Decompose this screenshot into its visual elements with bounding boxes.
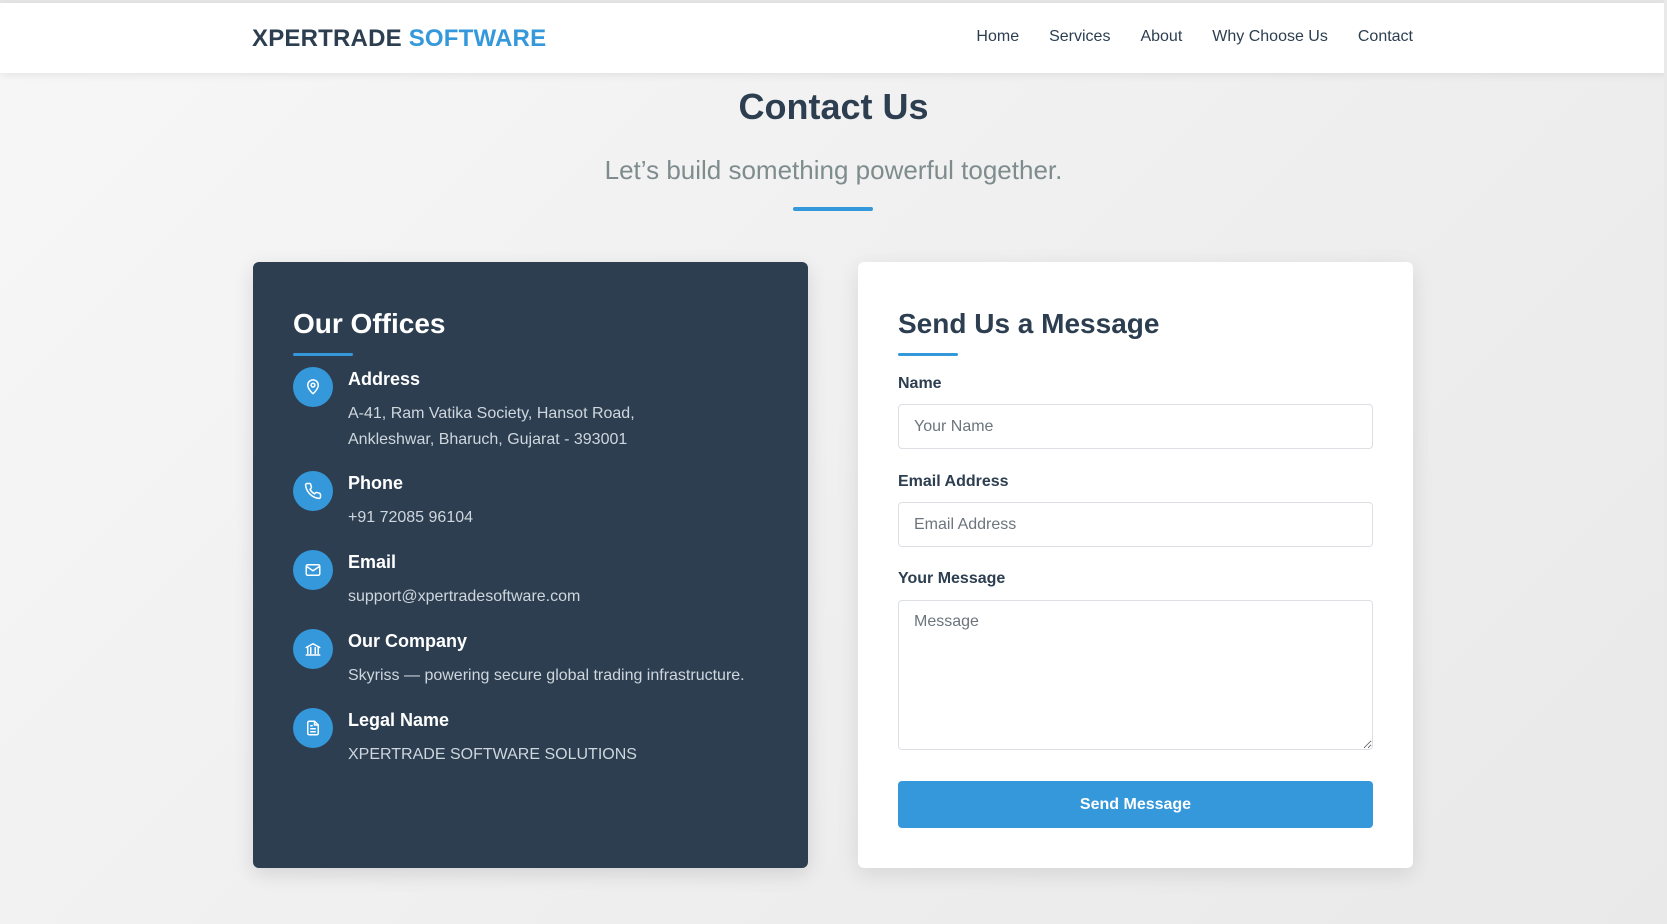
legal-name-value: XPERTRADE SOFTWARE SOLUTIONS <box>348 742 637 768</box>
nav-services[interactable]: Services <box>1049 28 1110 46</box>
offices-heading: Our Offices <box>293 308 446 339</box>
name-field-label: Name <box>898 375 942 392</box>
send-message-button[interactable]: Send Message <box>898 781 1373 828</box>
nav-contact[interactable]: Contact <box>1358 28 1413 46</box>
nav-home[interactable]: Home <box>976 28 1019 46</box>
email-label: Email <box>348 552 397 572</box>
email-field-label: Email Address <box>898 473 1009 490</box>
form-heading-underline <box>898 353 958 356</box>
company-value: Skyriss — powering secure global trading… <box>348 663 745 689</box>
contact-form-card: Send Us a Message Name Email Address You… <box>858 262 1413 868</box>
location-pin-icon <box>293 367 333 407</box>
email-address-link[interactable]: support@xpertradesoftware.com <box>348 584 580 610</box>
nav-why-choose-us[interactable]: Why Choose Us <box>1212 28 1328 46</box>
brand-name-accent: SOFTWARE <box>408 25 547 52</box>
phone-label: Phone <box>348 473 404 493</box>
email-value[interactable]: support@xpertradesoftware.com <box>348 584 580 610</box>
address-label: Address <box>348 369 421 389</box>
address-line: Ankleshwar, Bharuch, Gujarat - 393001 <box>348 431 628 448</box>
mail-icon <box>293 550 333 590</box>
phone-number[interactable]: +91 72085 96104 <box>348 505 473 531</box>
nav-about[interactable]: About <box>1140 28 1182 46</box>
offices-heading-underline <box>293 353 353 356</box>
form-heading: Send Us a Message <box>898 308 1160 339</box>
company-description: Skyriss — powering secure global trading… <box>348 667 745 684</box>
phone-icon <box>293 471 333 511</box>
legal-name-label: Legal Name <box>348 710 450 730</box>
message-field-label: Your Message <box>898 570 1006 587</box>
company-label: Our Company <box>348 631 468 651</box>
message-textarea[interactable] <box>898 600 1373 750</box>
bank-building-icon <box>293 629 333 669</box>
offices-card: Our Offices Address A-41, Ram Vatika Soc… <box>253 262 808 868</box>
page-subtitle: Let’s build something powerful together. <box>604 155 1063 185</box>
email-input[interactable] <box>898 502 1373 547</box>
main-nav: Home Services About Why Choose Us Contac… <box>976 28 1413 46</box>
address-line: A-41, Ram Vatika Society, Hansot Road, <box>348 405 635 422</box>
phone-value[interactable]: +91 72085 96104 <box>348 505 473 531</box>
brand-name: XPERTRADE <box>252 25 402 52</box>
document-icon <box>293 708 333 748</box>
navbar: XPERTRADE SOFTWARE Home Services About W… <box>0 3 1667 73</box>
title-underline <box>793 207 873 211</box>
page-title: Contact Us <box>738 86 929 127</box>
legal-name-text: XPERTRADE SOFTWARE SOLUTIONS <box>348 746 637 763</box>
name-input[interactable] <box>898 404 1373 449</box>
address-value: A-41, Ram Vatika Society, Hansot Road, A… <box>348 401 635 453</box>
brand-logo[interactable]: XPERTRADE SOFTWARE <box>252 25 546 53</box>
